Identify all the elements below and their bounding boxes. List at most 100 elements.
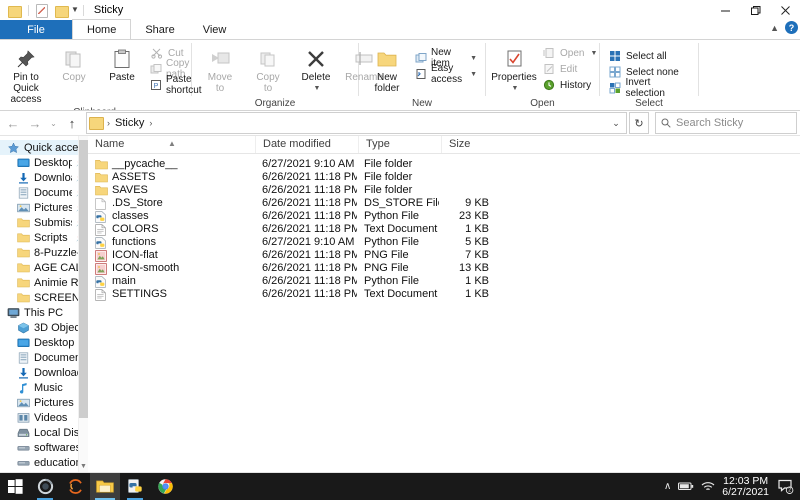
easy-access-caret-icon[interactable]: ▼ — [470, 71, 477, 78]
sidebar-item-downloads[interactable]: Downloads — [0, 365, 88, 380]
breadcrumb-item-sticky[interactable]: Sticky — [113, 117, 146, 129]
tab-home[interactable]: Home — [72, 19, 132, 39]
easy-access-button[interactable]: Easy access ▼ — [411, 63, 481, 85]
table-row[interactable]: ICON-smooth 6/26/2021 11:18 PM PNG File 13 … — [88, 262, 800, 275]
copy-to-button[interactable]: Copy to — [244, 44, 292, 96]
firefox-button[interactable] — [60, 473, 90, 500]
sidebar-item-pictures[interactable]: Pictures📌 — [0, 200, 88, 215]
select-all-button[interactable]: Select all — [604, 48, 694, 64]
start-button[interactable] — [0, 473, 30, 500]
sidebar-item-music[interactable]: Music — [0, 380, 88, 395]
delete-button[interactable]: Delete ▼ — [292, 44, 340, 96]
breadcrumb-separator-1[interactable]: › — [149, 118, 152, 128]
tab-file[interactable]: File — [0, 20, 72, 39]
tab-view[interactable]: View — [189, 20, 241, 39]
column-header-size[interactable]: Size — [441, 136, 499, 153]
pin-to-quick-access-button[interactable]: Pin to Quick access — [2, 44, 50, 107]
qat-new-folder-icon[interactable] — [55, 4, 69, 18]
cortana-button[interactable] — [30, 473, 60, 500]
edit-button[interactable]: Edit — [538, 61, 601, 77]
breadcrumb-bar[interactable]: › Sticky › ⌄ — [86, 112, 627, 134]
qat-customize-caret-icon[interactable]: ▼ — [71, 6, 79, 14]
collapse-ribbon-icon[interactable]: ▲ — [770, 23, 779, 33]
minimize-button[interactable] — [710, 0, 740, 20]
table-row[interactable]: ICON-flat 6/26/2021 11:18 PM PNG File 7 KB — [88, 249, 800, 262]
file-name-label: classes — [112, 210, 149, 222]
sidebar-item-3d-objects[interactable]: 3D Objects — [0, 320, 88, 335]
table-row[interactable]: .DS_Store 6/26/2021 11:18 PM DS_STORE File… — [88, 197, 800, 210]
navigation-scrollbar[interactable]: ▼ — [78, 136, 88, 472]
tab-share[interactable]: Share — [131, 20, 188, 39]
recent-locations-button[interactable]: ⌄ — [47, 113, 60, 133]
history-button[interactable]: History — [538, 77, 601, 93]
sidebar-item-pictures[interactable]: Pictures — [0, 395, 88, 410]
sidebar-item-education-e[interactable]: education (E:) — [0, 455, 88, 470]
sidebar-item-local-disk-c[interactable]: Local Disk (C:) — [0, 425, 88, 440]
sidebar-item-softwares-d[interactable]: softwares (D:) — [0, 440, 88, 455]
python-idle-button[interactable] — [120, 473, 150, 500]
maximize-button[interactable] — [740, 0, 770, 20]
table-row[interactable]: functions 6/27/2021 9:10 AM Python File 5 K… — [88, 236, 800, 249]
sidebar-item-submission-p[interactable]: Submission P📌 — [0, 215, 88, 230]
table-row[interactable]: ASSETS 6/26/2021 11:18 PM File folder — [88, 171, 800, 184]
new-item-caret-icon[interactable]: ▼ — [470, 55, 477, 62]
quick-access-toolbar: ▼ Sticky — [0, 0, 123, 20]
forward-button[interactable]: → — [25, 113, 45, 133]
paste-button[interactable]: Paste — [98, 44, 146, 85]
properties-button[interactable]: Properties ▼ — [490, 44, 538, 96]
table-row[interactable]: classes 6/26/2021 11:18 PM Python File 23 K… — [88, 210, 800, 223]
qat-properties-icon[interactable] — [36, 3, 49, 18]
properties-caret-icon[interactable]: ▼ — [512, 83, 519, 94]
copy-button[interactable]: Copy — [50, 44, 98, 85]
address-dropdown-icon[interactable]: ⌄ — [608, 114, 624, 132]
drive-icon — [16, 456, 30, 469]
sidebar-item-age-calculato[interactable]: AGE CALCULATO — [0, 260, 88, 275]
file-explorer-button[interactable] — [90, 473, 120, 500]
battery-icon[interactable] — [678, 482, 694, 491]
column-header-name[interactable]: Name ▲ — [88, 136, 255, 153]
navigation-scroll-down-icon[interactable]: ▼ — [79, 463, 88, 470]
ribbon: Pin to Quick access Copy Paste Cut Copy … — [0, 39, 800, 111]
table-row[interactable]: SETTINGS 6/26/2021 11:18 PM Text Document 1… — [88, 288, 800, 301]
move-to-button[interactable]: Move to — [196, 44, 244, 96]
sidebar-item-desktop[interactable]: Desktop📌 — [0, 155, 88, 170]
breadcrumb-separator-0[interactable]: › — [107, 118, 110, 128]
table-row[interactable]: SAVES 6/26/2021 11:18 PM File folder — [88, 184, 800, 197]
column-header-date-modified[interactable]: Date modified — [255, 136, 358, 153]
chrome-button[interactable] — [150, 473, 180, 500]
qat-folder-icon[interactable] — [8, 4, 22, 18]
help-button[interactable]: ? — [785, 21, 798, 34]
clock[interactable]: 12:03 PM 6/27/2021 — [722, 475, 769, 498]
sidebar-item-documents[interactable]: Documents📌 — [0, 185, 88, 200]
tray-overflow-icon[interactable]: ∧ — [664, 481, 671, 492]
table-row[interactable]: COLORS 6/26/2021 11:18 PM Text Document 1 K… — [88, 223, 800, 236]
file-size-cell: 13 KB — [459, 262, 489, 274]
column-header-type[interactable]: Type — [358, 136, 441, 153]
sidebar-item-scripts[interactable]: Scripts📌 — [0, 230, 88, 245]
open-button[interactable]: Open ▼ — [538, 45, 601, 61]
sidebar-item-animie-rock-pa[interactable]: Animie Rock, Pa — [0, 275, 88, 290]
sidebar-item-this-pc[interactable]: This PC — [0, 305, 88, 320]
notifications-button[interactable]: 2 — [776, 473, 796, 500]
sidebar-item-8-puzzle-game[interactable]: 8-Puzzle-Game — [0, 245, 88, 260]
new-folder-line2: folder — [374, 83, 400, 94]
table-row[interactable]: main 6/26/2021 11:18 PM Python File 1 KB — [88, 275, 800, 288]
wifi-icon[interactable] — [701, 481, 715, 492]
sidebar-item-quick-access[interactable]: Quick access — [0, 140, 88, 155]
sidebar-item-downloads[interactable]: Downloads📌 — [0, 170, 88, 185]
sidebar-item-videos[interactable]: Videos — [0, 410, 88, 425]
back-button[interactable]: ← — [3, 113, 23, 133]
sidebar-item-screenshots[interactable]: SCREENSHOTS — [0, 290, 88, 305]
table-row[interactable]: __pycache__ 6/27/2021 9:10 AM File folder — [88, 158, 800, 171]
navigation-scroll-thumb[interactable] — [79, 140, 88, 418]
up-button[interactable]: ↑ — [62, 113, 82, 133]
sidebar-item-desktop[interactable]: Desktop — [0, 335, 88, 350]
close-button[interactable] — [770, 0, 800, 20]
sidebar-item-documents[interactable]: Documents — [0, 350, 88, 365]
open-caret-icon[interactable]: ▼ — [590, 50, 597, 57]
new-folder-button[interactable]: New folder — [363, 44, 411, 96]
invert-selection-button[interactable]: Invert selection — [604, 77, 694, 99]
refresh-button[interactable]: ↻ — [629, 112, 649, 134]
search-box[interactable]: Search Sticky — [655, 112, 797, 134]
delete-caret-icon[interactable]: ▼ — [314, 83, 321, 94]
